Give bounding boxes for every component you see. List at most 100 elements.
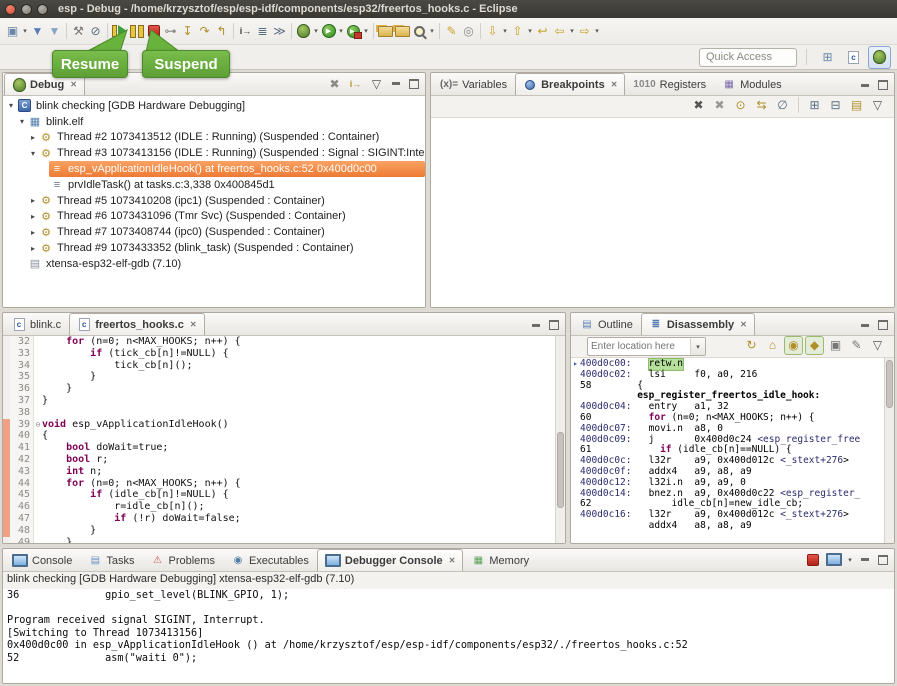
- previous-annotation-button[interactable]: ⇧: [509, 23, 526, 40]
- new-wizard-button[interactable]: ▣: [4, 23, 21, 40]
- remove-breakpoint-button[interactable]: ✖: [690, 97, 707, 114]
- tab-outline[interactable]: ▤Outline: [572, 313, 641, 335]
- link-with-debug-view-button[interactable]: ⇆: [753, 97, 770, 114]
- tab-memory[interactable]: ▦Memory: [463, 549, 537, 571]
- tab-variables[interactable]: (x)=Variables: [432, 73, 515, 95]
- run-button[interactable]: [320, 23, 337, 40]
- deactivate-breakpoints-button[interactable]: ∅: [774, 97, 791, 114]
- minimize-button[interactable]: [858, 318, 872, 332]
- debug-tree-item[interactable]: ▤xtensa-esp32-elf-gdb (7.10): [3, 256, 425, 272]
- previous-annotation-menu[interactable]: ▾: [526, 23, 534, 40]
- remove-all-terminated-button[interactable]: ✖: [326, 75, 343, 92]
- open-element-button[interactable]: [377, 23, 394, 40]
- open-resource-button[interactable]: [394, 23, 411, 40]
- remove-all-breakpoints-button[interactable]: ✖: [711, 97, 728, 114]
- pin-view-button[interactable]: ✎: [848, 337, 865, 354]
- tab-console[interactable]: Console: [4, 549, 80, 571]
- location-input[interactable]: [588, 341, 690, 352]
- step-into-button[interactable]: ↧: [179, 23, 196, 40]
- step-over-button[interactable]: ↷: [196, 23, 213, 40]
- debug-tree-item[interactable]: ≡prvIdleTask() at tasks.c:3,338 0x400845…: [3, 177, 425, 193]
- terminate-console-button[interactable]: [804, 551, 821, 568]
- show-debug-columns-button[interactable]: ≣: [254, 23, 271, 40]
- tab-registers[interactable]: 1010Registers: [625, 73, 714, 95]
- search-button[interactable]: [411, 23, 428, 40]
- debug-tree-item[interactable]: ▸⚙Thread #9 1073433352 (blink_task) (Sus…: [3, 240, 425, 256]
- debug-menu[interactable]: ▾: [312, 23, 320, 40]
- debug-tree-item[interactable]: ≡esp_vApplicationIdleHook() at freertos_…: [3, 161, 425, 177]
- next-annotation-menu[interactable]: ▾: [501, 23, 509, 40]
- minimize-button[interactable]: [858, 78, 872, 92]
- refresh-view-button[interactable]: ↻: [743, 337, 760, 354]
- debug-tree-item[interactable]: ▸⚙Thread #6 1073431096 (Tmr Svc) (Suspen…: [3, 209, 425, 225]
- sash-vertical-top[interactable]: [426, 72, 430, 308]
- forward-menu[interactable]: ▾: [593, 23, 601, 40]
- window-minimize-button[interactable]: [21, 4, 32, 15]
- debug-tree-item[interactable]: ▾▦blink.elf: [3, 114, 425, 130]
- close-tab-icon[interactable]: ✕: [740, 320, 747, 329]
- tab-executables[interactable]: ◉Executables: [223, 549, 317, 571]
- view-menu-button[interactable]: ▽: [869, 97, 886, 114]
- debug-tree-item[interactable]: ▾blink checking [GDB Hardware Debugging]: [3, 98, 425, 114]
- quick-access-input[interactable]: Quick Access: [699, 48, 797, 67]
- save-button[interactable]: ▼: [29, 23, 46, 40]
- mark-occurrences-button[interactable]: ✎: [443, 23, 460, 40]
- maximize-button[interactable]: [876, 553, 890, 567]
- sash-horizontal-bottom[interactable]: [2, 544, 895, 548]
- step-return-button[interactable]: ↰: [213, 23, 230, 40]
- new-wizard-menu[interactable]: ▾: [21, 23, 29, 40]
- view-menu-button[interactable]: ▽: [869, 337, 886, 354]
- tab-modules[interactable]: ▦Modules: [714, 73, 790, 95]
- tab-problems[interactable]: ⚠Problems: [142, 549, 222, 571]
- sash-horizontal-mid[interactable]: [2, 308, 895, 312]
- close-tab-icon[interactable]: ✕: [611, 80, 618, 89]
- tab-freertos-hooks-c[interactable]: freertos_hooks.c✕: [69, 313, 204, 335]
- breakpoints-list-area[interactable]: [431, 118, 894, 307]
- show-breakpoints-for-button[interactable]: ⊙: [732, 97, 749, 114]
- tab-debugger-console[interactable]: Debugger Console✕: [317, 549, 464, 571]
- minimize-button[interactable]: [389, 77, 403, 91]
- minimize-button[interactable]: [529, 318, 543, 332]
- home-button[interactable]: ⌂: [764, 337, 781, 354]
- forward-button[interactable]: ⇨: [576, 23, 593, 40]
- disconnect-button[interactable]: ⊶: [162, 23, 179, 40]
- maximize-button[interactable]: [876, 318, 890, 332]
- last-edit-location-button[interactable]: ↩: [534, 23, 551, 40]
- debug-tree-item[interactable]: ▸⚙Thread #5 1073410208 (ipc1) (Suspended…: [3, 193, 425, 209]
- next-annotation-button[interactable]: ⇩: [484, 23, 501, 40]
- build-button[interactable]: ⚒: [70, 23, 87, 40]
- resume-button[interactable]: [111, 23, 128, 40]
- debug-tree-item[interactable]: ▸⚙Thread #2 1073413512 (IDLE : Running) …: [3, 130, 425, 146]
- window-close-button[interactable]: [5, 4, 16, 15]
- use-step-filters-button[interactable]: ≫: [271, 23, 288, 40]
- skip-all-breakpoints-button[interactable]: ⊘: [87, 23, 104, 40]
- console-list-menu[interactable]: ▾: [846, 551, 854, 568]
- disassembly-scrollbar[interactable]: [884, 358, 894, 543]
- back-menu[interactable]: ▾: [568, 23, 576, 40]
- open-perspective-icon[interactable]: ⊞: [816, 46, 839, 69]
- code-editor-area[interactable]: 32 for (n=0; n<MAX_HOOKS; n++) {33 if (t…: [3, 336, 565, 543]
- window-maximize-button[interactable]: [37, 4, 48, 15]
- debug-tree-item[interactable]: ▾⚙Thread #3 1073413156 (IDLE : Running) …: [3, 145, 425, 161]
- tree-expander-icon[interactable]: ▾: [28, 149, 38, 158]
- external-tools-menu[interactable]: ▾: [362, 23, 370, 40]
- save-all-button[interactable]: ▼: [46, 23, 63, 40]
- tab-breakpoints[interactable]: Breakpoints✕: [515, 73, 625, 95]
- tree-expander-icon[interactable]: ▸: [28, 133, 38, 142]
- back-button[interactable]: ⇦: [551, 23, 568, 40]
- run-menu[interactable]: ▾: [337, 23, 345, 40]
- minimize-button[interactable]: [858, 553, 872, 567]
- tab-disassembly[interactable]: ≣Disassembly✕: [641, 313, 755, 335]
- editor-scrollbar[interactable]: [555, 336, 565, 543]
- maximize-button[interactable]: [876, 78, 890, 92]
- debug-perspective-icon[interactable]: [868, 46, 891, 69]
- open-new-view-button[interactable]: ▣: [827, 337, 844, 354]
- expand-all-button[interactable]: ⊞: [806, 97, 823, 114]
- show-source-button[interactable]: ◆: [806, 337, 823, 354]
- search-menu[interactable]: ▾: [428, 23, 436, 40]
- display-selected-console-button[interactable]: [825, 551, 842, 568]
- tab-blink-c[interactable]: blink.c: [4, 313, 69, 335]
- location-combo-dropdown[interactable]: ▾: [690, 338, 705, 355]
- maximize-button[interactable]: [547, 318, 561, 332]
- close-tab-icon[interactable]: ✕: [190, 320, 197, 329]
